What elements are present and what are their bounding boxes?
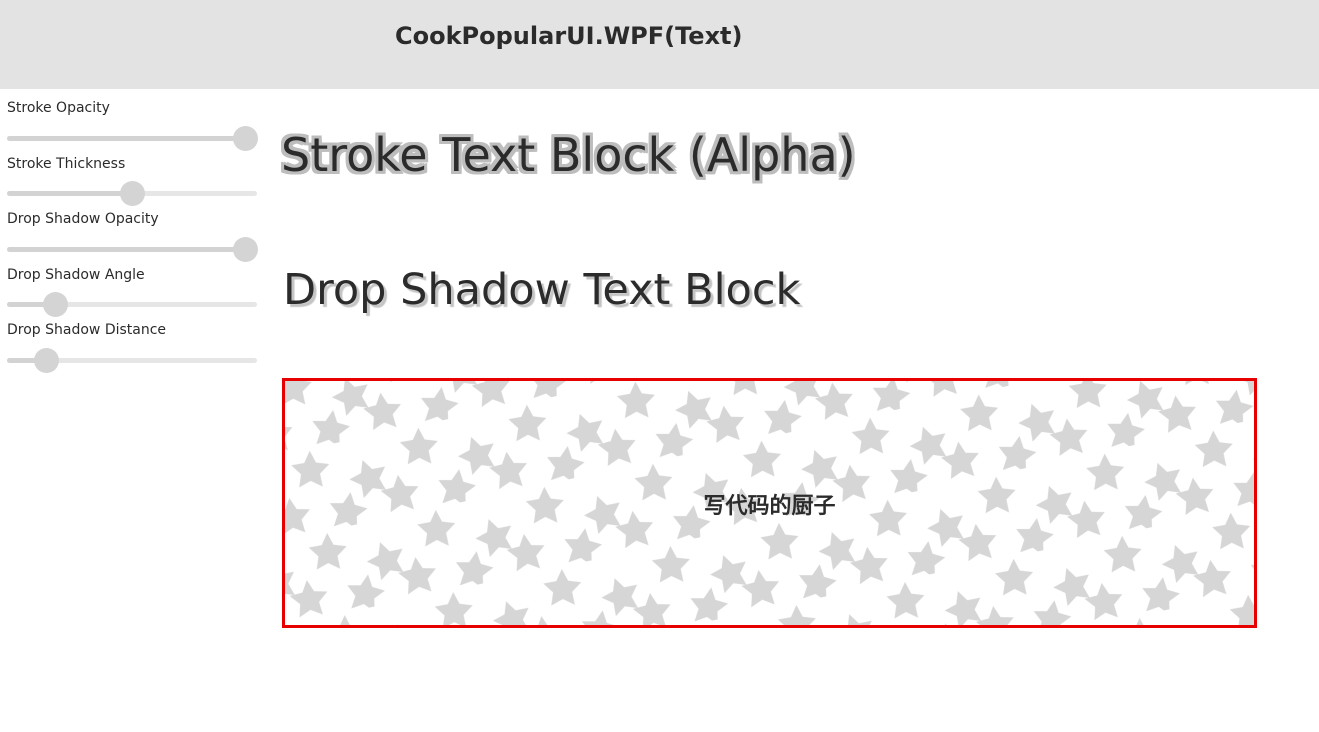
drop-shadow-opacity-label: Drop Shadow Opacity bbox=[7, 211, 159, 227]
slider-thumb[interactable] bbox=[34, 348, 60, 373]
drop-shadow-distance-label: Drop Shadow Distance bbox=[7, 322, 167, 338]
drop-shadow-opacity-slider[interactable] bbox=[7, 237, 258, 262]
slider-thumb[interactable] bbox=[233, 126, 258, 151]
drop-shadow-distance-slider[interactable] bbox=[7, 348, 257, 373]
sidebar: Stroke Opacity Stroke Thickness Drop Sha… bbox=[0, 89, 265, 732]
drop-shadow-angle-label: Drop Shadow Angle bbox=[7, 267, 145, 283]
pattern-text: 写代码的厨子 bbox=[703, 494, 836, 519]
stroke-opacity-slider[interactable] bbox=[7, 126, 258, 151]
stroke-thickness-slider[interactable] bbox=[7, 181, 257, 206]
slider-thumb[interactable] bbox=[120, 181, 145, 206]
slider-fill bbox=[7, 191, 132, 196]
title-bar: CookPopularUI.WPF(Text) bbox=[0, 0, 1319, 89]
window-title: CookPopularUI.WPF(Text) bbox=[395, 22, 743, 50]
stroke-thickness-label: Stroke Thickness bbox=[7, 156, 126, 172]
slider-fill bbox=[7, 136, 245, 141]
slider-thumb[interactable] bbox=[233, 237, 258, 262]
stroke-text-block: Stroke Text Block (Alpha) bbox=[281, 128, 856, 182]
slider-fill bbox=[7, 247, 245, 252]
star-pattern-panel: 写代码的厨子 bbox=[282, 378, 1257, 628]
drop-shadow-angle-slider[interactable] bbox=[7, 292, 257, 317]
drop-shadow-text-block: Drop Shadow Text Block bbox=[283, 265, 801, 315]
slider-thumb[interactable] bbox=[43, 292, 69, 317]
stroke-opacity-label: Stroke Opacity bbox=[7, 100, 110, 116]
